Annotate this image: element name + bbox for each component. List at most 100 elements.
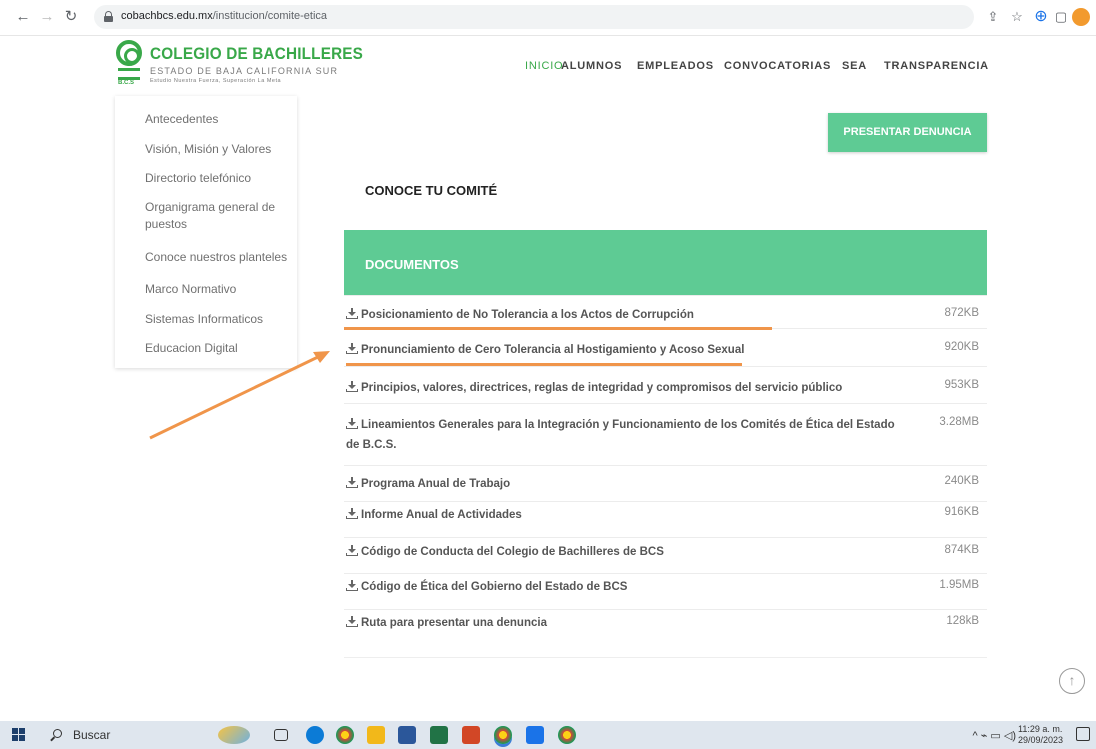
sidebar-item-marco-normativo[interactable]: Marco Normativo — [145, 281, 236, 298]
sidebar-panel-icon[interactable]: ▢ — [1052, 8, 1070, 26]
document-link[interactable]: Lineamientos Generales para la Integraci… — [346, 415, 906, 455]
document-row: Pronunciamiento de Cero Tolerancia al Ho… — [344, 328, 987, 366]
document-link[interactable]: Pronunciamiento de Cero Tolerancia al Ho… — [346, 341, 906, 360]
document-link[interactable]: Código de Ética del Gobierno del Estado … — [346, 578, 906, 597]
document-link[interactable]: Informe Anual de Actividades — [346, 506, 906, 525]
document-title: Principios, valores, directrices, reglas… — [361, 382, 843, 394]
sidebar-item-vision[interactable]: Visión, Misión y Valores — [145, 141, 271, 158]
presentar-denuncia-button[interactable]: PRESENTAR DENUNCIA — [828, 113, 987, 152]
document-link[interactable]: Principios, valores, directrices, reglas… — [346, 379, 906, 398]
download-icon — [346, 381, 358, 392]
documents-header: DOCUMENTOS — [344, 230, 987, 295]
document-row: Principios, valores, directrices, reglas… — [344, 366, 987, 403]
chrome-icon[interactable] — [336, 726, 354, 744]
download-icon — [346, 508, 358, 519]
nav-inicio[interactable]: INICIO — [525, 60, 563, 72]
document-link[interactable]: Ruta para presentar una denuncia — [346, 614, 906, 633]
download-icon[interactable]: ⊕ — [1032, 8, 1050, 26]
document-size: 874KB — [944, 544, 979, 556]
search-icon — [53, 729, 62, 738]
document-title: Pronunciamiento de Cero Tolerancia al Ho… — [361, 344, 745, 356]
bookmark-star-icon[interactable]: ☆ — [1008, 8, 1026, 26]
notification-icon[interactable] — [1076, 727, 1090, 741]
annotation-underline — [346, 363, 742, 366]
reload-icon[interactable]: ↻ — [62, 8, 80, 26]
sidebar-item-planteles[interactable]: Conoce nuestros planteles — [145, 249, 287, 266]
browser-toolbar: ← → ↻ cobachbcs.edu.mx/institucion/comit… — [0, 0, 1096, 36]
document-row: Ruta para presentar una denuncia 128kB — [344, 609, 987, 658]
document-size: 916KB — [944, 506, 979, 518]
document-row: Lineamientos Generales para la Integraci… — [344, 403, 987, 465]
section-title: CONOCE TU COMITÉ — [365, 183, 498, 198]
document-link[interactable]: Programa Anual de Trabajo — [346, 475, 906, 494]
forward-arrow-icon[interactable]: → — [38, 8, 56, 26]
system-tray-icons[interactable]: ^ ⌁ ▭ ◁) — [973, 729, 1016, 742]
nav-empleados[interactable]: EMPLEADOS — [637, 60, 714, 72]
taskbar-search-label: Buscar — [73, 728, 111, 742]
file-explorer-icon[interactable] — [367, 726, 385, 744]
document-title: Código de Ética del Gobierno del Estado … — [361, 581, 628, 593]
nav-alumnos[interactable]: ALUMNOS — [561, 60, 622, 72]
excel-icon[interactable] — [430, 726, 448, 744]
logo-icon[interactable]: B.C.S — [116, 40, 142, 86]
url-host: cobachbcs.edu.mx — [121, 10, 213, 22]
clock-time: 11:29 a. m. — [1018, 724, 1063, 734]
logo-title[interactable]: COLEGIO DE BACHILLERES — [150, 44, 363, 64]
document-size: 920KB — [944, 341, 979, 353]
document-link[interactable]: Posicionamiento de No Tolerancia a los A… — [346, 306, 906, 325]
document-row: Informe Anual de Actividades 916KB — [344, 501, 987, 537]
document-row: Código de Ética del Gobierno del Estado … — [344, 573, 987, 609]
windows-taskbar: Buscar ^ ⌁ ▭ ◁) 11:29 a. m. 29/09/2023 — [0, 721, 1096, 749]
back-arrow-icon[interactable]: ← — [14, 8, 32, 26]
weather-widget-icon[interactable] — [218, 726, 250, 744]
document-size: 128kB — [946, 615, 979, 627]
taskbar-clock[interactable]: 11:29 a. m. 29/09/2023 — [1018, 724, 1063, 746]
document-size: 3.28MB — [939, 416, 979, 428]
logo-subtitle: ESTADO DE BAJA CALIFORNIA SUR — [150, 66, 339, 76]
clock-date: 29/09/2023 — [1018, 735, 1064, 745]
profile-avatar-icon[interactable] — [1072, 8, 1090, 26]
lock-icon — [104, 11, 113, 22]
download-icon — [346, 308, 358, 319]
nav-sea[interactable]: SEA — [842, 60, 867, 72]
document-link[interactable]: Código de Conducta del Colegio de Bachil… — [346, 543, 906, 562]
share-icon[interactable]: ⇪ — [984, 8, 1002, 26]
address-bar[interactable]: cobachbcs.edu.mx/institucion/comite-etic… — [94, 5, 974, 29]
sidebar-item-organigrama[interactable]: Organigrama general de puestos — [145, 199, 295, 233]
download-icon — [346, 545, 358, 556]
sidebar-item-educacion-digital[interactable]: Educacion Digital — [145, 340, 238, 357]
sidebar-item-sistemas[interactable]: Sistemas Informaticos — [145, 311, 263, 328]
chrome-active-icon[interactable] — [494, 726, 512, 744]
windows-start-icon[interactable] — [12, 728, 26, 742]
document-title: Código de Conducta del Colegio de Bachil… — [361, 546, 664, 558]
document-size: 953KB — [944, 379, 979, 391]
document-title: Informe Anual de Actividades — [361, 509, 522, 521]
document-size: 872KB — [944, 307, 979, 319]
url-text: cobachbcs.edu.mx/institucion/comite-etic… — [121, 10, 327, 22]
edge-icon[interactable] — [306, 726, 324, 744]
scroll-to-top-icon[interactable]: ↑ — [1059, 668, 1085, 694]
powerpoint-icon[interactable] — [462, 726, 480, 744]
sidebar-item-directorio[interactable]: Directorio telefónico — [145, 170, 251, 187]
document-size: 1.95MB — [939, 579, 979, 591]
chrome-profile-icon[interactable] — [558, 726, 576, 744]
nav-transparencia[interactable]: TRANSPARENCIA — [884, 60, 989, 72]
logo-motto: Estudio Nuestra Fuerza, Superación La Me… — [150, 78, 282, 84]
document-title: Posicionamiento de No Tolerancia a los A… — [361, 309, 694, 321]
download-icon — [346, 616, 358, 627]
document-row: Posicionamiento de No Tolerancia a los A… — [344, 295, 987, 328]
document-size: 240KB — [944, 475, 979, 487]
document-title: Programa Anual de Trabajo — [361, 478, 511, 490]
docs-icon[interactable] — [526, 726, 544, 744]
sidebar-item-antecedentes[interactable]: Antecedentes — [145, 111, 218, 128]
annotation-underline — [344, 327, 772, 330]
url-path: /institucion/comite-etica — [212, 10, 328, 22]
logo-bcs: B.C.S — [118, 80, 135, 86]
download-icon — [346, 343, 358, 354]
task-view-icon[interactable] — [274, 729, 288, 741]
nav-convocatorias[interactable]: CONVOCATORIAS — [724, 60, 831, 72]
word-icon[interactable] — [398, 726, 416, 744]
taskbar-search[interactable]: Buscar — [40, 723, 200, 747]
document-row: Código de Conducta del Colegio de Bachil… — [344, 537, 987, 573]
download-icon — [346, 580, 358, 591]
